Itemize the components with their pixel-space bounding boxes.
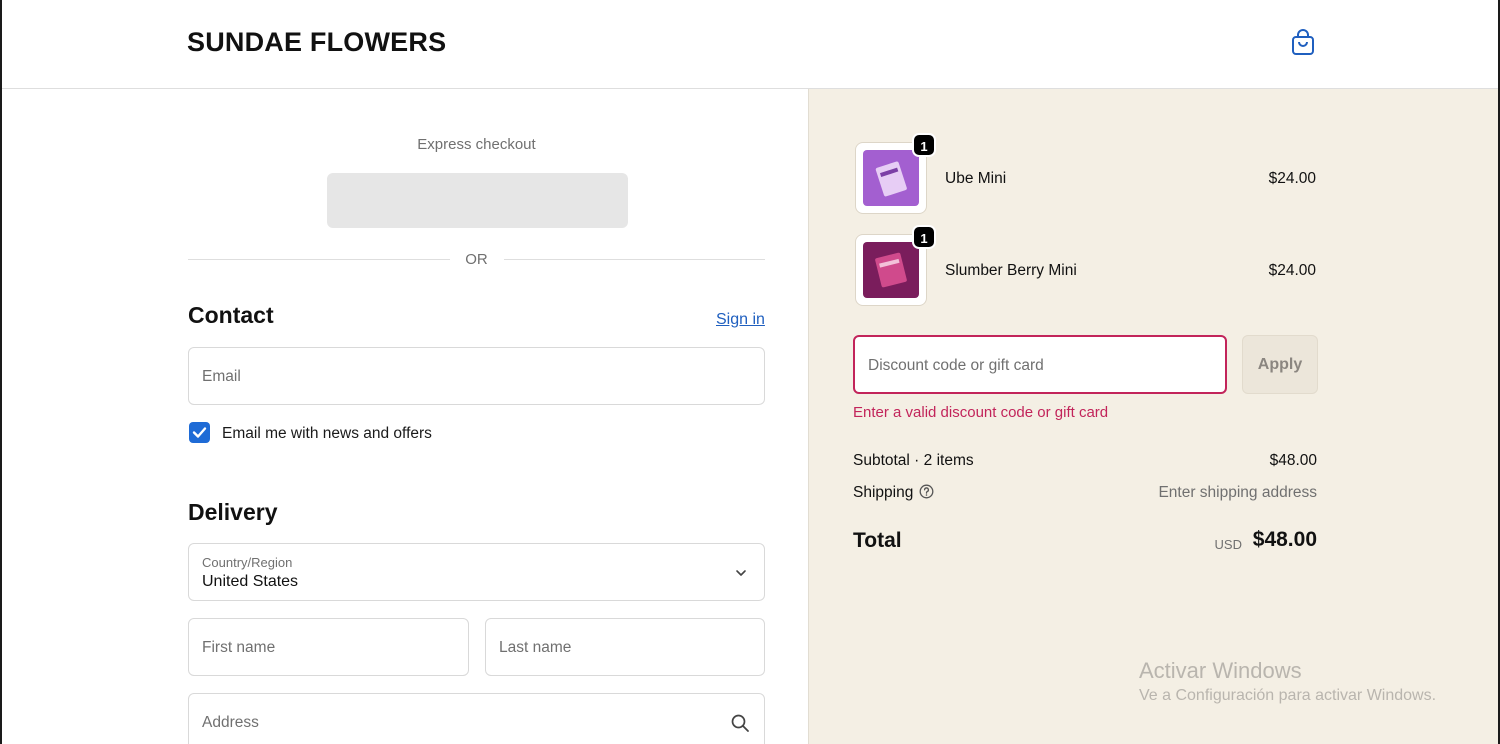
order-summary: 1 Ube Mini $24.00 1 Slumber Berry Mini $… bbox=[808, 89, 1498, 744]
delivery-title: Delivery bbox=[188, 499, 278, 525]
product-thumbnail: 1 bbox=[855, 133, 936, 214]
first-name-field[interactable]: First name bbox=[188, 618, 469, 676]
subtotal-value: $48.00 bbox=[1269, 452, 1317, 469]
brand-logo[interactable]: SUNDAE FLOWERS bbox=[187, 27, 446, 58]
windows-activation-subtitle: Ve a Configuración para activar Windows. bbox=[1139, 687, 1437, 704]
discount-error-message: Enter a valid discount code or gift card bbox=[853, 404, 1109, 421]
item-price: $24.00 bbox=[1268, 262, 1316, 279]
windows-activation-title: Activar Windows bbox=[1139, 658, 1302, 683]
header: SUNDAE FLOWERS bbox=[2, 0, 1498, 89]
address-field[interactable]: Address bbox=[188, 693, 765, 744]
quantity-badge: 1 bbox=[912, 225, 936, 249]
total-currency: USD bbox=[1214, 537, 1242, 552]
first-name-placeholder: First name bbox=[202, 639, 276, 656]
apply-discount-button[interactable]: Apply bbox=[1242, 335, 1318, 394]
express-checkout-label: Express checkout bbox=[417, 136, 536, 153]
last-name-placeholder: Last name bbox=[499, 639, 572, 656]
total-label: Total bbox=[853, 529, 902, 552]
email-placeholder: Email bbox=[202, 368, 241, 385]
item-price: $24.00 bbox=[1268, 170, 1316, 187]
checkmark-icon bbox=[192, 427, 207, 438]
or-divider: OR bbox=[188, 250, 765, 270]
search-icon bbox=[731, 714, 749, 732]
shipping-label: Shipping bbox=[853, 484, 914, 501]
email-field[interactable]: Email bbox=[188, 347, 765, 405]
chevron-down-icon bbox=[736, 570, 746, 576]
last-name-field[interactable]: Last name bbox=[485, 618, 765, 676]
checkout-form-column: Express checkout OR Contact Sign in Emai… bbox=[2, 89, 808, 744]
express-checkout-button[interactable] bbox=[327, 173, 628, 228]
country-value: United States bbox=[202, 573, 299, 590]
item-name: Ube Mini bbox=[945, 170, 1007, 187]
product-image-slumber-berry bbox=[863, 242, 919, 298]
address-placeholder: Address bbox=[202, 714, 259, 731]
total-value: $48.00 bbox=[1252, 528, 1317, 551]
product-image-ube bbox=[863, 150, 919, 206]
divider-line bbox=[504, 259, 765, 260]
item-name: Slumber Berry Mini bbox=[945, 262, 1077, 279]
sign-in-link[interactable]: Sign in bbox=[716, 311, 765, 329]
shipping-value: Enter shipping address bbox=[1158, 484, 1317, 501]
quantity-badge: 1 bbox=[912, 133, 936, 157]
discount-code-input[interactable]: Discount code or gift card bbox=[853, 335, 1227, 394]
shipping-row-label: Shipping bbox=[853, 484, 934, 502]
help-circle-icon[interactable] bbox=[919, 484, 934, 499]
newsletter-checkbox[interactable] bbox=[189, 422, 210, 443]
country-label: Country/Region bbox=[202, 555, 293, 570]
subtotal-label: Subtotal · 2 items bbox=[853, 452, 974, 469]
contact-title: Contact bbox=[188, 302, 274, 328]
checkout-page: SUNDAE FLOWERS Express checkout OR Conta… bbox=[0, 0, 1500, 744]
shopping-bag-icon[interactable] bbox=[1290, 28, 1316, 56]
product-thumbnail: 1 bbox=[855, 225, 936, 306]
newsletter-label: Email me with news and offers bbox=[222, 425, 432, 442]
discount-placeholder: Discount code or gift card bbox=[868, 357, 1044, 374]
country-select[interactable]: Country/Region United States bbox=[188, 543, 765, 601]
